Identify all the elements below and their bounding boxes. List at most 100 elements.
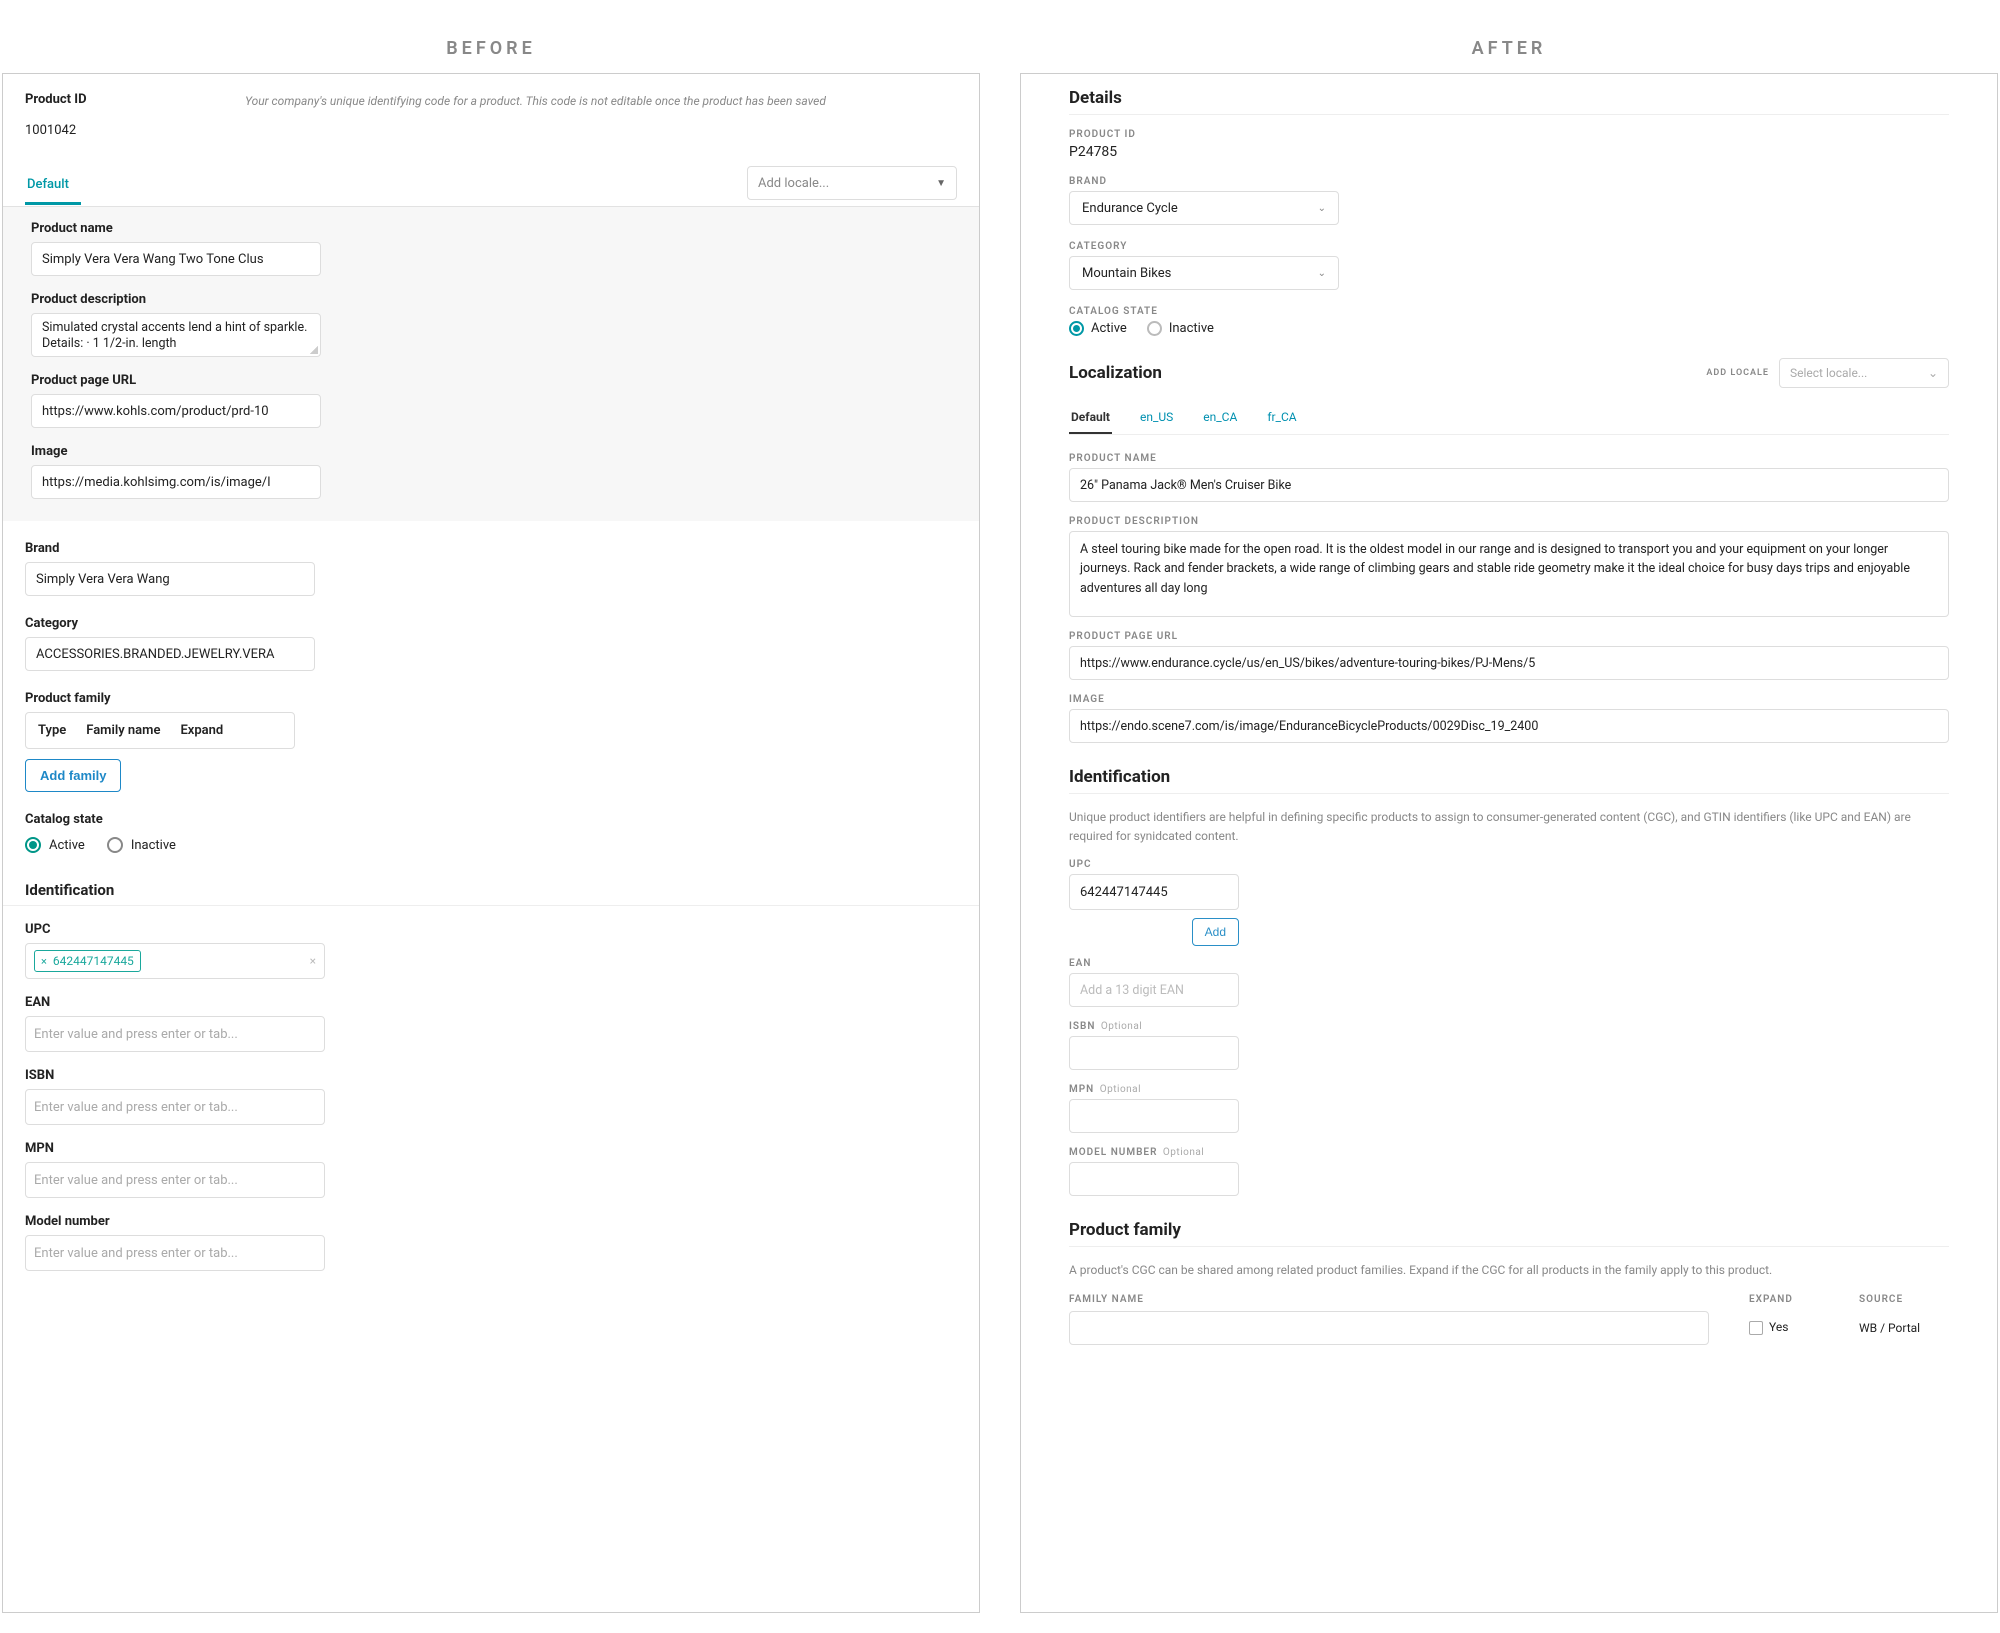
b-isbn-placeholder: Enter value and press enter or tab...: [34, 1100, 238, 1115]
b-url-input[interactable]: https://www.kohls.com/product/prd-10: [31, 394, 321, 428]
a-upc-add-button[interactable]: Add: [1192, 918, 1239, 946]
divider: [1069, 114, 1949, 115]
a-isbn-label: ISBN Optional: [1069, 1021, 1949, 1032]
a-desc-label: Product Description: [1069, 516, 1949, 527]
a-tab-default[interactable]: Default: [1069, 402, 1112, 434]
a-mpn-label: MPN Optional: [1069, 1084, 1949, 1095]
a-upc-label: UPC: [1069, 859, 1949, 870]
checkbox-icon[interactable]: [1749, 1321, 1763, 1335]
divider: [1069, 793, 1949, 794]
b-upc-chip-value: 642447147445: [53, 954, 134, 968]
b-mpn-placeholder: Enter value and press enter or tab...: [34, 1173, 238, 1188]
b-product-id-help: Your company's unique identifying code f…: [245, 92, 957, 113]
b-tab-default[interactable]: Default: [25, 167, 81, 205]
radio-selected-icon: [25, 837, 41, 853]
b-model-placeholder: Enter value and press enter or tab...: [34, 1246, 238, 1261]
b-radio-inactive[interactable]: Inactive: [107, 837, 176, 853]
b-family-col-type: Type: [38, 723, 66, 738]
b-desc-textarea[interactable]: Simulated crystal accents lend a hint of…: [31, 313, 321, 357]
a-ean-label: EAN: [1069, 958, 1949, 969]
a-product-id-value: P24785: [1069, 144, 1949, 160]
a-details-header: Details: [1069, 88, 1949, 108]
b-mpn-input[interactable]: Enter value and press enter or tab...: [25, 1162, 325, 1198]
a-tab-en-us[interactable]: en_US: [1138, 402, 1175, 434]
a-family-header: Product family: [1069, 1220, 1949, 1240]
b-family-table-header: Type Family name Expand: [25, 712, 295, 749]
a-family-col-expand: Expand: [1749, 1294, 1819, 1305]
b-inactive-label: Inactive: [131, 838, 176, 853]
b-image-label: Image: [31, 444, 957, 459]
b-upc-input[interactable]: × 642447147445 ×: [25, 943, 325, 979]
a-brand-value: Endurance Cycle: [1082, 201, 1178, 216]
a-optional-tag: Optional: [1163, 1147, 1204, 1158]
a-category-select[interactable]: Mountain Bikes ⌄: [1069, 256, 1339, 290]
b-name-input[interactable]: Simply Vera Vera Wang Two Tone Clus: [31, 242, 321, 276]
b-add-family-button[interactable]: Add family: [25, 759, 121, 792]
a-category-label: Category: [1069, 241, 1949, 252]
b-image-input[interactable]: https://media.kohlsimg.com/is/image/I: [31, 465, 321, 499]
b-model-input[interactable]: Enter value and press enter or tab...: [25, 1235, 325, 1271]
a-mpn-input[interactable]: [1069, 1099, 1239, 1133]
a-select-locale[interactable]: Select locale... ⌄: [1779, 358, 1949, 388]
a-optional-tag: Optional: [1100, 1084, 1141, 1095]
a-family-col-source: Source: [1859, 1294, 1949, 1305]
b-desc-label: Product description: [31, 292, 957, 307]
b-ean-label: EAN: [25, 995, 957, 1010]
a-localization-header: Localization: [1069, 363, 1162, 383]
b-isbn-label: ISBN: [25, 1068, 957, 1083]
a-family-expand-cell[interactable]: Yes: [1749, 1320, 1819, 1335]
b-upc-chip[interactable]: × 642447147445: [34, 950, 141, 972]
a-product-id-label: Product ID: [1069, 129, 1949, 140]
a-family-name-input[interactable]: [1069, 1311, 1709, 1345]
a-brand-select[interactable]: Endurance Cycle ⌄: [1069, 191, 1339, 225]
a-isbn-input[interactable]: [1069, 1036, 1239, 1070]
b-brand-input[interactable]: Simply Vera Vera Wang: [25, 562, 315, 596]
a-category-value: Mountain Bikes: [1082, 266, 1171, 281]
b-ean-input[interactable]: Enter value and press enter or tab...: [25, 1016, 325, 1052]
a-tab-en-ca[interactable]: en_CA: [1201, 402, 1239, 434]
a-url-input[interactable]: https://www.endurance.cycle/us/en_US/bik…: [1069, 646, 1949, 680]
b-category-input[interactable]: ACCESSORIES.BRANDED.JEWELRY.VERA: [25, 637, 315, 671]
a-url-label: Product Page URL: [1069, 631, 1949, 642]
a-optional-tag: Optional: [1101, 1021, 1142, 1032]
b-ean-placeholder: Enter value and press enter or tab...: [34, 1027, 238, 1042]
radio-selected-icon: [1069, 321, 1084, 336]
b-radio-active[interactable]: Active: [25, 837, 85, 853]
a-active-label: Active: [1091, 321, 1127, 336]
divider: [1069, 1246, 1949, 1247]
b-url-label: Product page URL: [31, 373, 957, 388]
clear-input-icon[interactable]: ×: [310, 954, 316, 968]
b-family-col-name: Family name: [86, 723, 160, 738]
b-model-label: Model number: [25, 1214, 957, 1229]
a-ean-input[interactable]: Add a 13 digit EAN: [1069, 973, 1239, 1007]
b-isbn-input[interactable]: Enter value and press enter or tab...: [25, 1089, 325, 1125]
a-radio-active[interactable]: Active: [1069, 321, 1127, 336]
a-family-row: Yes WB / Portal: [1069, 1311, 1949, 1345]
radio-unselected-icon: [107, 837, 123, 853]
b-add-locale-select[interactable]: Add locale... ▼: [747, 166, 957, 200]
remove-chip-icon[interactable]: ×: [41, 955, 47, 968]
a-image-input[interactable]: https://endo.scene7.com/is/image/Enduran…: [1069, 709, 1949, 743]
b-add-locale-placeholder: Add locale...: [758, 176, 829, 191]
a-model-input[interactable]: [1069, 1162, 1239, 1196]
a-brand-label: Brand: [1069, 176, 1949, 187]
chevron-down-icon: ▼: [936, 178, 946, 189]
a-inactive-label: Inactive: [1169, 321, 1214, 336]
chevron-down-icon: ⌄: [1318, 268, 1326, 279]
before-header: BEFORE: [2, 20, 980, 73]
b-upc-label: UPC: [25, 922, 957, 937]
a-identification-header: Identification: [1069, 767, 1949, 787]
b-product-id-label: Product ID: [25, 92, 215, 107]
b-name-label: Product name: [31, 221, 957, 236]
a-model-label: Model Number Optional: [1069, 1147, 1949, 1158]
chevron-down-icon: ⌄: [1318, 203, 1326, 214]
a-radio-inactive[interactable]: Inactive: [1147, 321, 1214, 336]
radio-unselected-icon: [1147, 321, 1162, 336]
a-desc-textarea[interactable]: A steel touring bike made for the open r…: [1069, 531, 1949, 617]
a-family-table-header: Family Name Expand Source: [1069, 1294, 1949, 1305]
b-family-label: Product family: [25, 691, 957, 706]
b-catalog-state-label: Catalog state: [25, 812, 957, 827]
a-name-input[interactable]: 26" Panama Jack® Men's Cruiser Bike: [1069, 468, 1949, 502]
a-tab-fr-ca[interactable]: fr_CA: [1265, 402, 1298, 434]
a-upc-input[interactable]: 642447147445: [1069, 874, 1239, 910]
